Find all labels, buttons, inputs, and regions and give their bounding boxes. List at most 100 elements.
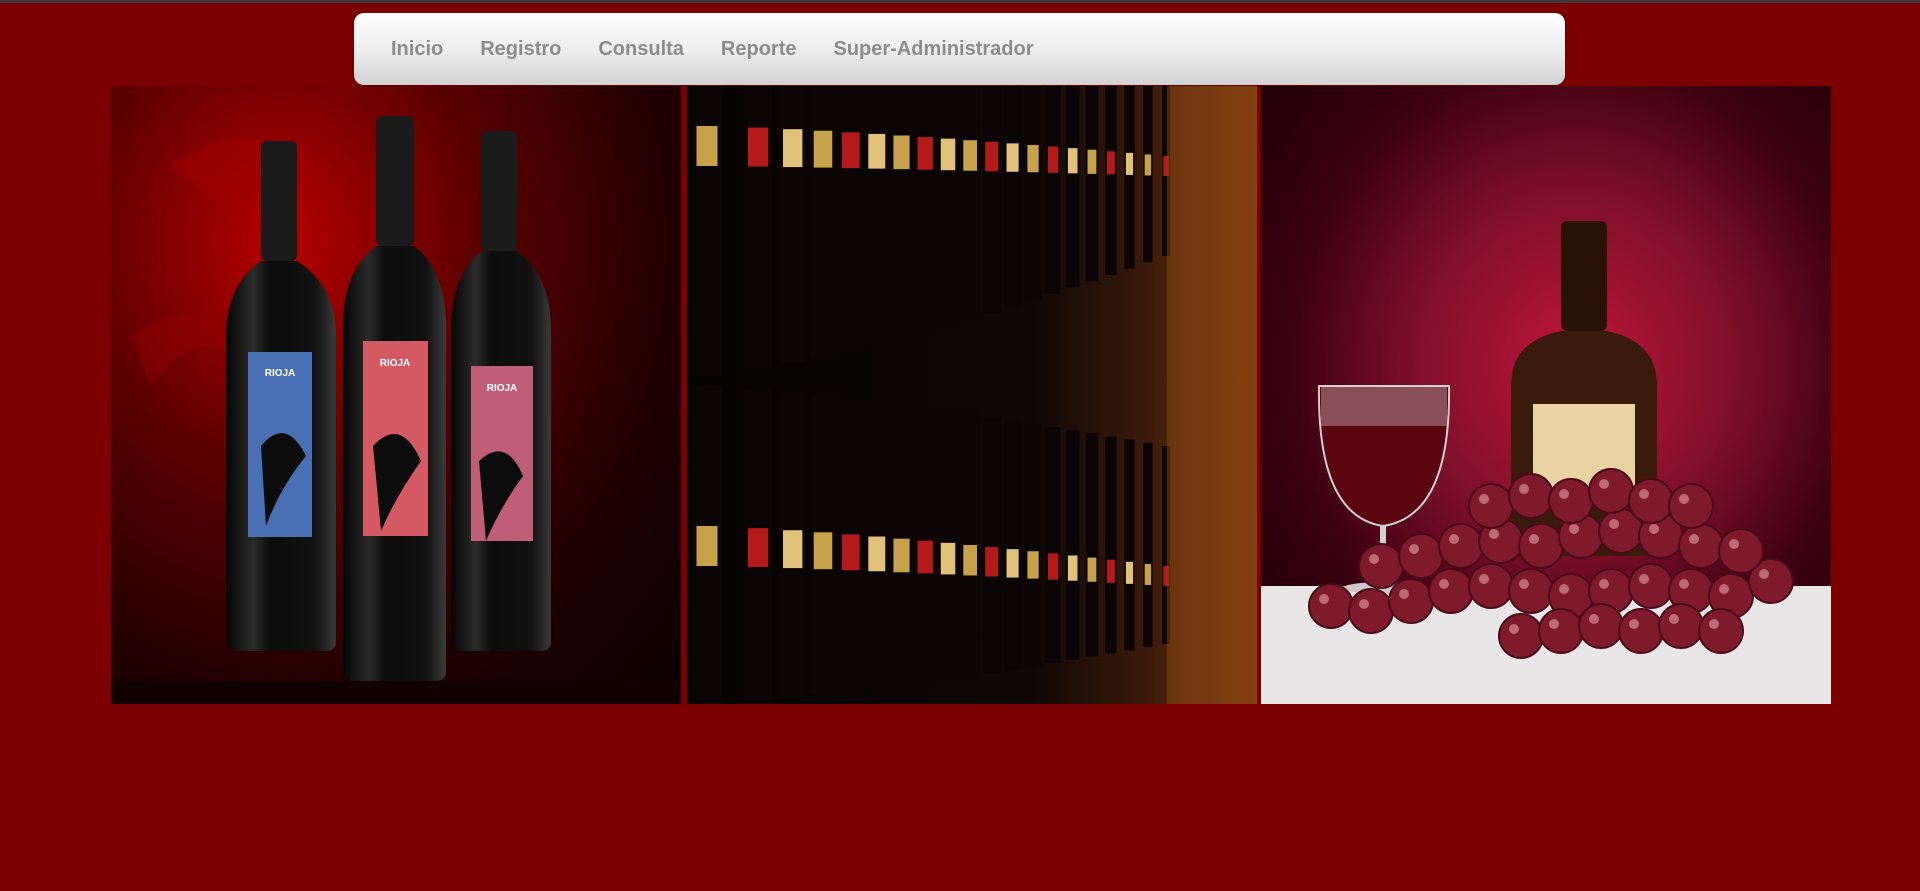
nav-link-consulta[interactable]: Consulta <box>598 38 684 61</box>
cellar-bottle-label <box>783 129 803 168</box>
grape-highlight <box>1609 519 1619 529</box>
cellar-bottle-label <box>1144 154 1152 176</box>
grape <box>1578 603 1624 649</box>
cellar-bottle-label <box>696 126 718 166</box>
bottle-1-label-text: RIOJA <box>265 368 296 379</box>
cellar-bottle <box>1085 86 1099 282</box>
cellar-bottle <box>937 86 959 326</box>
grape-highlight <box>1569 524 1579 534</box>
cellar-bottle-label <box>1006 143 1019 172</box>
grape <box>1348 588 1394 634</box>
cellar-bottle-label <box>917 137 933 170</box>
cellar-bottle-label <box>783 530 803 569</box>
cellar-bottle-label <box>1047 146 1059 173</box>
cellar-bottle-label <box>963 140 978 171</box>
grape <box>1308 583 1354 629</box>
grape-highlight <box>1319 594 1329 604</box>
grape-highlight <box>1689 534 1699 544</box>
grape-highlight <box>1369 554 1379 564</box>
grape-highlight <box>1439 579 1449 589</box>
grape-highlight <box>1669 614 1679 624</box>
grape-highlight <box>1559 584 1569 594</box>
cellar-bottle-label <box>940 138 956 171</box>
grape <box>1518 523 1564 569</box>
cellar-bottle <box>1065 430 1080 660</box>
cellar-bottle <box>914 86 937 332</box>
grape-highlight <box>1599 479 1609 489</box>
cellar-bottle <box>1045 427 1061 663</box>
grape <box>1438 523 1484 569</box>
grape-highlight <box>1519 484 1529 494</box>
cellar-bottle-label <box>841 534 860 571</box>
cellar-bottle-label <box>1006 549 1019 578</box>
grape <box>1588 468 1634 514</box>
nav-link-reporte[interactable]: Reporte <box>721 38 797 61</box>
cellar-bottle-label <box>813 130 833 168</box>
grape-highlight <box>1719 584 1729 594</box>
cellar-bottle-label <box>893 538 910 573</box>
grape-highlight <box>1729 539 1739 549</box>
cellar-bottle-label <box>1106 559 1115 583</box>
cellar-bottle-label <box>1125 561 1134 584</box>
grape-highlight <box>1559 489 1569 499</box>
grape <box>1498 613 1544 659</box>
cellar-bottle-label <box>868 536 886 572</box>
grape-highlight <box>1409 544 1419 554</box>
cellar-wood-wall <box>1167 86 1257 704</box>
cellar-bottle-label <box>917 540 933 574</box>
top-border-line <box>0 0 1920 3</box>
grape-highlight <box>1519 579 1529 589</box>
cellar-bottle-label <box>1027 144 1039 173</box>
grape-highlight <box>1449 534 1459 544</box>
grape <box>1388 578 1434 624</box>
cellar-bottle <box>778 86 807 364</box>
grape-highlight <box>1639 489 1649 499</box>
cellar-bottle-label <box>841 132 860 169</box>
wine-bottles-rioja-image: RIOJA RIOJA RIOJA <box>111 86 681 704</box>
grape-highlight <box>1629 619 1639 629</box>
cellar-bottle <box>864 86 889 345</box>
grape-highlight <box>1679 494 1689 504</box>
cellar-bottle-label <box>1047 553 1059 580</box>
cellar-bottle-label <box>696 526 718 566</box>
cellar-bottle <box>960 86 980 320</box>
nav-link-inicio[interactable]: Inicio <box>391 38 443 61</box>
grape-highlight <box>1709 619 1719 629</box>
grape-highlight <box>1589 614 1599 624</box>
grape-highlight <box>1479 574 1489 584</box>
grape <box>1468 483 1514 529</box>
grape <box>1678 523 1724 569</box>
grape <box>1358 543 1404 589</box>
cellar-bottle <box>809 86 837 358</box>
nav-link-registro[interactable]: Registro <box>480 38 561 61</box>
cellar-bottle-label <box>1027 551 1039 579</box>
nav-link-super-administrador[interactable]: Super-Administrador <box>834 38 1034 61</box>
grape <box>1628 478 1674 524</box>
bottle-3-label-text: RIOJA <box>487 383 518 394</box>
cellar-bottle <box>889 86 914 339</box>
cellar-bottle <box>1024 86 1042 301</box>
cellar-bottle <box>1003 420 1022 670</box>
cellar-bottle <box>1124 439 1135 651</box>
cellar-bottle-label <box>747 528 769 568</box>
grape-highlight <box>1479 494 1489 504</box>
grape <box>1718 528 1764 574</box>
main-navigation: Inicio Registro Consulta Reporte Super-A… <box>354 13 1565 85</box>
cellar-bottle <box>1085 433 1099 657</box>
grape-highlight <box>1649 524 1659 534</box>
grape-highlight <box>1359 599 1369 609</box>
wine-cellar-shelves-image <box>687 86 1257 704</box>
bottle-2-label-text: RIOJA <box>380 358 411 369</box>
grape-highlight <box>1639 574 1649 584</box>
cellar-bottle-label <box>813 532 833 570</box>
cellar-bottle <box>1105 86 1117 275</box>
cellar-bottle-label <box>1125 152 1134 175</box>
cellar-bottle-label <box>985 141 999 172</box>
grape <box>1668 483 1714 529</box>
grape <box>1538 608 1584 654</box>
grape <box>1508 473 1554 519</box>
grape-highlight <box>1529 534 1539 544</box>
grape <box>1698 608 1744 654</box>
cellar-bottle-label <box>1087 149 1097 174</box>
grape <box>1628 563 1674 609</box>
